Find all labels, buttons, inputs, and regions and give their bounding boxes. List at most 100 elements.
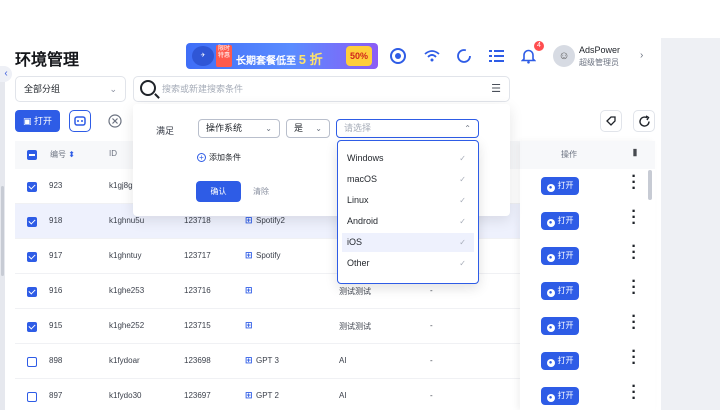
row-tag: AI (339, 356, 347, 365)
confirm-button[interactable]: 确认 (196, 181, 241, 202)
row-serial: 917 (49, 251, 63, 260)
row-open-label: 打开 (557, 251, 574, 260)
table-scroll-thumb[interactable] (648, 170, 652, 200)
column-settings-icon[interactable]: ⦀ (633, 148, 637, 159)
row-open-label: 打开 (557, 181, 574, 190)
os-option[interactable]: Windows ✓ (342, 149, 474, 168)
banner-highlight: 5 折 (298, 52, 323, 67)
chevron-down-icon: ⌄ (315, 124, 322, 133)
row-open-button[interactable]: ● 打开 (541, 352, 579, 370)
more-vertical-icon[interactable]: · · · (631, 239, 637, 267)
left-scrollbar[interactable] (0, 66, 5, 410)
row-open-button[interactable]: ● 打开 (541, 317, 579, 335)
row-checkbox[interactable] (27, 182, 37, 192)
os-options-dropdown: Windows ✓ macOS ✓ Linux ✓ Android ✓ iOS ✓ Other ✓ (337, 140, 479, 284)
row-open-button[interactable]: ● 打开 (541, 212, 579, 230)
rocket-icon: ✈ (192, 46, 214, 66)
table-row[interactable] (15, 309, 520, 344)
promo-banner[interactable]: ✈ 限时特惠 长期套餐低至 5 折 50% (186, 43, 378, 69)
row-remark: - (430, 356, 433, 365)
row-id: k1ghntuy (109, 251, 142, 260)
more-vertical-icon[interactable]: · · · (631, 344, 637, 372)
row-number: 123715 (184, 321, 211, 330)
windows-icon: ⊞ (245, 390, 253, 400)
close-circle-icon[interactable] (104, 110, 126, 132)
row-checkbox[interactable] (27, 287, 37, 297)
row-tag: AI (339, 391, 347, 400)
chevron-right-icon[interactable]: › (640, 50, 643, 61)
more-vertical-icon[interactable]: · · · (631, 309, 637, 337)
os-option[interactable]: macOS ✓ (342, 170, 474, 189)
satisfy-label: 满足 (156, 126, 175, 136)
group-select[interactable]: 全部分组 ⌄ (15, 76, 126, 102)
search-input[interactable] (162, 81, 462, 97)
row-serial: 923 (49, 181, 63, 190)
list-icon[interactable] (484, 44, 508, 68)
header-actions: 操作 (561, 150, 577, 159)
windows-icon: ⊞ (245, 250, 253, 260)
clear-button[interactable]: 清除 (253, 186, 269, 197)
wifi-icon[interactable] (420, 44, 444, 68)
row-remark: - (430, 286, 433, 295)
row-open-button[interactable]: ● 打开 (541, 177, 579, 195)
sort-icon[interactable]: ⬍ (68, 150, 75, 159)
search-bar[interactable]: ☰ (133, 76, 510, 102)
group-select-value: 全部分组 (24, 84, 61, 94)
row-number: 123698 (184, 356, 211, 365)
eye-target-icon[interactable] (386, 44, 410, 68)
row-open-label: 打开 (557, 391, 574, 400)
more-vertical-icon[interactable]: · · · (631, 379, 637, 407)
row-serial: 897 (49, 391, 63, 400)
row-checkbox[interactable] (27, 252, 37, 262)
left-scroll-thumb[interactable] (1, 186, 4, 276)
row-number: 123697 (184, 391, 211, 400)
banner-flag: 限时特惠 (216, 45, 232, 67)
row-platform: GPT 3 (256, 356, 279, 365)
header-serial[interactable]: 编号 ⬍ (50, 149, 75, 160)
os-option[interactable]: Linux ✓ (342, 191, 474, 210)
row-checkbox[interactable] (27, 392, 37, 402)
os-option-label: Android (347, 216, 379, 226)
row-serial: 916 (49, 286, 63, 295)
refresh-icon[interactable] (633, 110, 655, 132)
more-vertical-icon[interactable]: · · · (631, 274, 637, 302)
row-open-button[interactable]: ● 打开 (541, 247, 579, 265)
check-icon: ✓ (459, 154, 466, 163)
row-open-button[interactable]: ● 打开 (541, 387, 579, 405)
row-number: 123718 (184, 216, 211, 225)
row-checkbox[interactable] (27, 217, 37, 227)
more-vertical-icon[interactable]: · · · (631, 169, 637, 197)
sidebar-collapse-icon[interactable]: ‹ (0, 66, 12, 82)
row-checkbox[interactable] (27, 357, 37, 367)
row-serial: 915 (49, 321, 63, 330)
sync-icon[interactable] (452, 44, 476, 68)
banner-text-main: 长期套餐低至 (236, 56, 296, 67)
row-open-label: 打开 (557, 321, 574, 330)
operator-select[interactable]: 是 ⌄ (286, 119, 330, 138)
row-tag: 测试测试 (339, 322, 371, 331)
row-open-button[interactable]: ● 打开 (541, 282, 579, 300)
right-side-margin (661, 38, 720, 410)
add-condition-button[interactable]: + 添加条件 (197, 152, 241, 163)
value-select[interactable]: 请选择 ⌃ (336, 119, 479, 138)
os-option[interactable]: iOS ✓ (342, 233, 474, 252)
select-all-checkbox[interactable] (27, 150, 37, 160)
value-select-placeholder: 请选择 (344, 123, 372, 133)
more-vertical-icon[interactable]: · · · (631, 204, 637, 232)
os-option[interactable]: Other ✓ (342, 254, 474, 273)
page: { "header": { "title": "环境管理", "banner":… (0, 0, 720, 410)
row-checkbox[interactable] (27, 322, 37, 332)
os-option[interactable]: Android ✓ (342, 212, 474, 231)
tag-icon[interactable] (600, 110, 622, 132)
row-platform: Spotify (256, 251, 281, 260)
field-select[interactable]: 操作系统 ⌄ (198, 119, 280, 138)
open-button[interactable]: ▣ 打开 (15, 110, 60, 132)
notification-count-badge: 4 (534, 41, 544, 51)
robot-icon[interactable] (69, 110, 91, 132)
row-id: k1ghnu5u (109, 216, 145, 225)
filter-settings-icon[interactable]: ☰ (491, 82, 501, 95)
row-platform: Spotify2 (256, 216, 285, 225)
os-option-label: iOS (347, 237, 363, 247)
avatar[interactable]: ☺ (553, 45, 575, 67)
windows-icon: ⊞ (245, 355, 253, 365)
